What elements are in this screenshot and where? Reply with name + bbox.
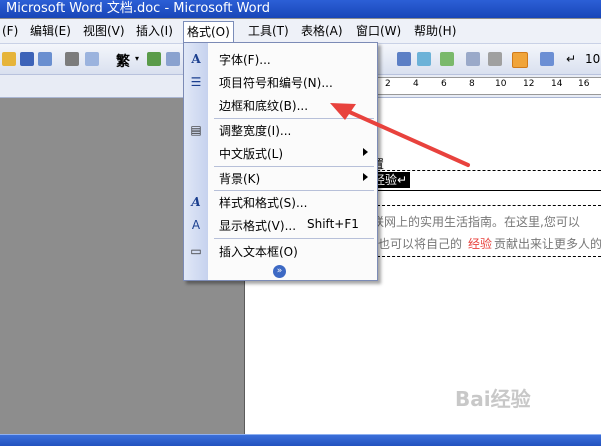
arrow-shaft: [343, 108, 470, 167]
red-arrow-annotation: [330, 103, 470, 167]
taskbar: [0, 434, 601, 446]
